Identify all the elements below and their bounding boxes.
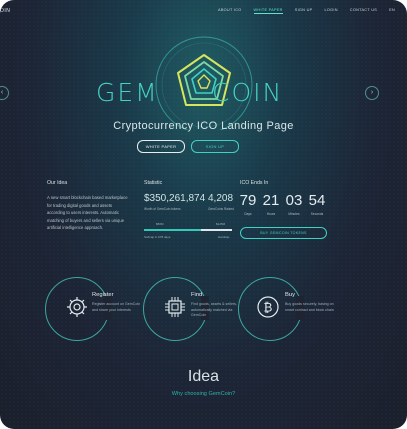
find-text: Find goods, assets & sellers, automatica… [191,302,237,317]
nav-login[interactable]: LOGIN [324,8,337,14]
buy-title: Buy [285,292,295,298]
idea-section-title: Idea [187,368,220,385]
nav-about-ico[interactable]: ABOUT ICO [218,8,242,14]
buy-text: Buy goods securely, basing on smart cont… [285,302,334,312]
countdown-hours: 21 [262,192,280,209]
register-text: Register account on GemCoin and share yo… [92,302,141,312]
countdown-minutes: 03 [285,192,303,209]
nav-contact-us[interactable]: CONTACT US [350,8,377,14]
next-slide-arrow-icon[interactable]: › [365,86,379,100]
minted-caption: GemCoins Raised [208,207,234,211]
register-title: Register [92,292,114,298]
countdown-days-label: Days [244,212,252,216]
progress-bar-fill [144,229,202,231]
white-paper-button[interactable]: WHITE PAPER [137,140,185,153]
countdown-seconds: 54 [308,192,326,209]
minted-value: 4,208 [208,193,234,204]
nav-sign-up[interactable]: SIGN UP [295,8,313,14]
svg-text:₿: ₿ [264,301,273,315]
hardcap-label: Hardcap [218,235,230,239]
worth-value: $350,261,874 [144,193,206,204]
nav-language[interactable]: EN [389,8,395,14]
worth-caption: Worth of GemCoin tokens [144,207,181,211]
chip-icon [165,297,185,317]
brand-logo[interactable]: OIN [0,8,10,14]
hero-headline: Cryptocurrency ICO Landing Page [113,120,294,132]
buy-tokens-button[interactable]: BUY GEMCOIN TOKENS [240,227,327,239]
top-nav: ABOUT ICO WHITE PAPER SIGN UP LOGIN CONT… [218,8,395,14]
countdown-days: 79 [239,192,257,209]
countdown-hours-label: Hours [266,212,276,216]
ico-ends-title: ICO Ends In [240,180,269,186]
sign-up-button[interactable]: SIGN UP [191,140,239,153]
progress-right-label: $125M [216,222,226,226]
progress-left-label: $50M [156,222,164,226]
gear-icon [67,297,87,317]
find-title: Find [191,292,203,298]
countdown-minutes-label: Minutes [288,212,300,216]
softcap-label: Softcap in 678 days [144,235,171,239]
bitcoin-icon: ₿ [257,296,279,318]
landing-page: OIN ABOUT ICO WHITE PAPER SIGN UP LOGIN … [0,0,407,429]
idea-section-subtitle: Why choosing GemCoin? [171,391,236,397]
countdown-seconds-label: Seconds [310,212,324,216]
nav-white-paper[interactable]: WHITE PAPER [253,8,283,14]
statistic-title: Statistic [144,180,163,186]
logo-text-left: GEM [96,78,159,107]
our-idea-text: A new smart blockchain based marketplace… [47,195,128,231]
our-idea-title: Our Idea [47,180,68,186]
logo-text-right: COIN [212,78,284,107]
progress-bar [144,229,232,231]
